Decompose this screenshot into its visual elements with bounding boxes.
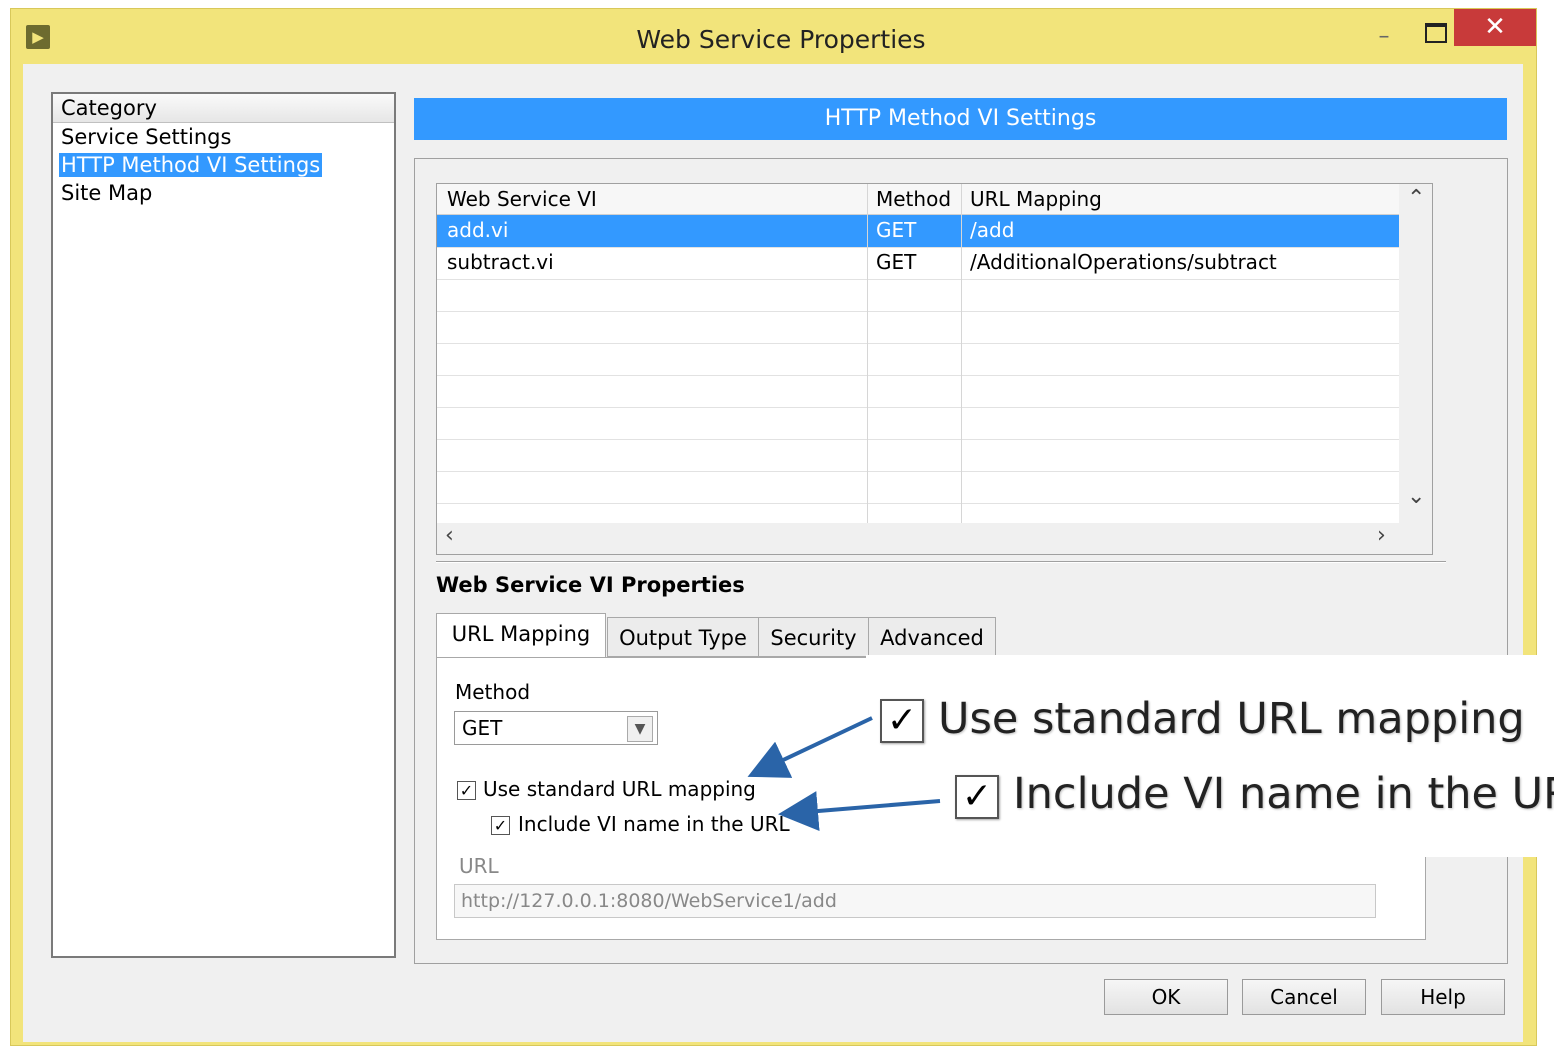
cancel-button[interactable]: Cancel	[1242, 979, 1366, 1015]
arrow-include-vi	[778, 791, 941, 831]
arrow-use-standard	[747, 716, 873, 778]
ok-button[interactable]: OK	[1104, 979, 1228, 1015]
help-button[interactable]: Help	[1381, 979, 1505, 1015]
callout-arrows	[747, 716, 941, 831]
